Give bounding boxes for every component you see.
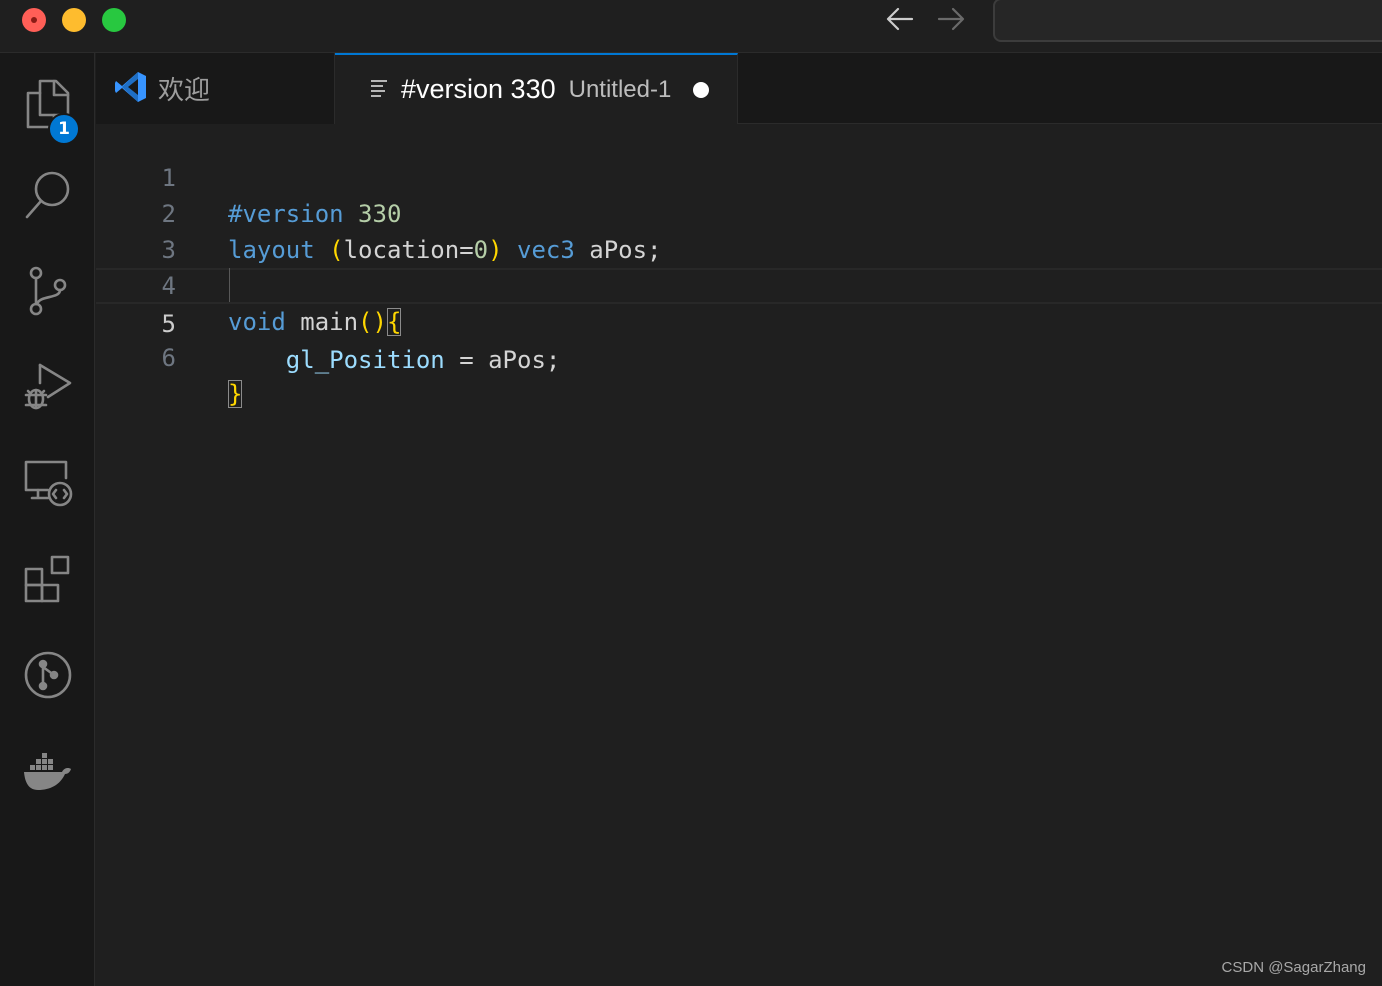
code-line[interactable]: 4 void main(){ bbox=[96, 232, 1382, 336]
search-button[interactable] bbox=[0, 157, 95, 237]
bracket-match: } bbox=[228, 380, 243, 408]
docker-button[interactable] bbox=[0, 733, 95, 813]
tab-description: Untitled-1 bbox=[568, 75, 672, 103]
source-control-button[interactable] bbox=[0, 253, 95, 333]
vscode-logo-icon bbox=[114, 70, 148, 108]
code-line-current[interactable]: 5 gl_Position = aPos; bbox=[96, 268, 1382, 374]
run-debug-button[interactable] bbox=[0, 349, 95, 429]
activity-bar: 1 bbox=[0, 53, 95, 986]
code-line[interactable]: 3 bbox=[96, 196, 1382, 264]
extensions-icon bbox=[22, 553, 74, 609]
run-debug-icon bbox=[22, 361, 74, 417]
gitlens-button[interactable] bbox=[0, 637, 95, 717]
indent-guide bbox=[229, 268, 230, 302]
unsaved-indicator[interactable] bbox=[693, 81, 710, 98]
explorer-button[interactable]: 1 bbox=[0, 65, 95, 145]
code-editor[interactable]: 1 #version 330 2 layout (location=0) vec… bbox=[96, 124, 1382, 986]
line-number: 6 bbox=[161, 344, 176, 372]
close-window-button[interactable] bbox=[22, 8, 46, 32]
code-line[interactable]: 1 #version 330 bbox=[96, 124, 1382, 228]
explorer-badge: 1 bbox=[48, 113, 80, 145]
tab-label: #version 330 bbox=[401, 74, 556, 104]
arrow-right-icon[interactable] bbox=[933, 4, 969, 34]
remote-explorer-button[interactable] bbox=[0, 445, 95, 525]
tab-label: 欢迎 bbox=[158, 76, 211, 106]
code-line[interactable]: 6 } bbox=[96, 304, 1382, 408]
tab-welcome[interactable]: 欢迎 bbox=[96, 53, 335, 124]
code-line[interactable]: 2 layout (location=0) vec3 aPos; bbox=[96, 160, 1382, 264]
search-icon bbox=[23, 169, 73, 225]
token: = aPos; bbox=[444, 346, 561, 374]
tab-untitled-1[interactable]: #version 330 Untitled-1 bbox=[335, 53, 738, 124]
maximize-window-button[interactable] bbox=[102, 8, 126, 32]
arrow-left-icon[interactable] bbox=[882, 4, 918, 34]
minimize-window-button[interactable] bbox=[62, 8, 86, 32]
extensions-button[interactable] bbox=[0, 541, 95, 621]
title-bar bbox=[0, 0, 1382, 53]
text-lines-icon bbox=[369, 78, 389, 102]
docker-icon bbox=[22, 749, 74, 797]
source-control-icon bbox=[26, 265, 70, 321]
watermark: CSDN @SagarZhang bbox=[1221, 959, 1366, 976]
remote-explorer-icon bbox=[22, 458, 74, 512]
editor-tab-bar: 欢迎 #version 330 Untitled-1 bbox=[96, 53, 1382, 124]
token: gl_Position bbox=[285, 346, 445, 374]
command-center-search[interactable] bbox=[993, 0, 1382, 42]
git-graph-icon bbox=[22, 649, 74, 705]
